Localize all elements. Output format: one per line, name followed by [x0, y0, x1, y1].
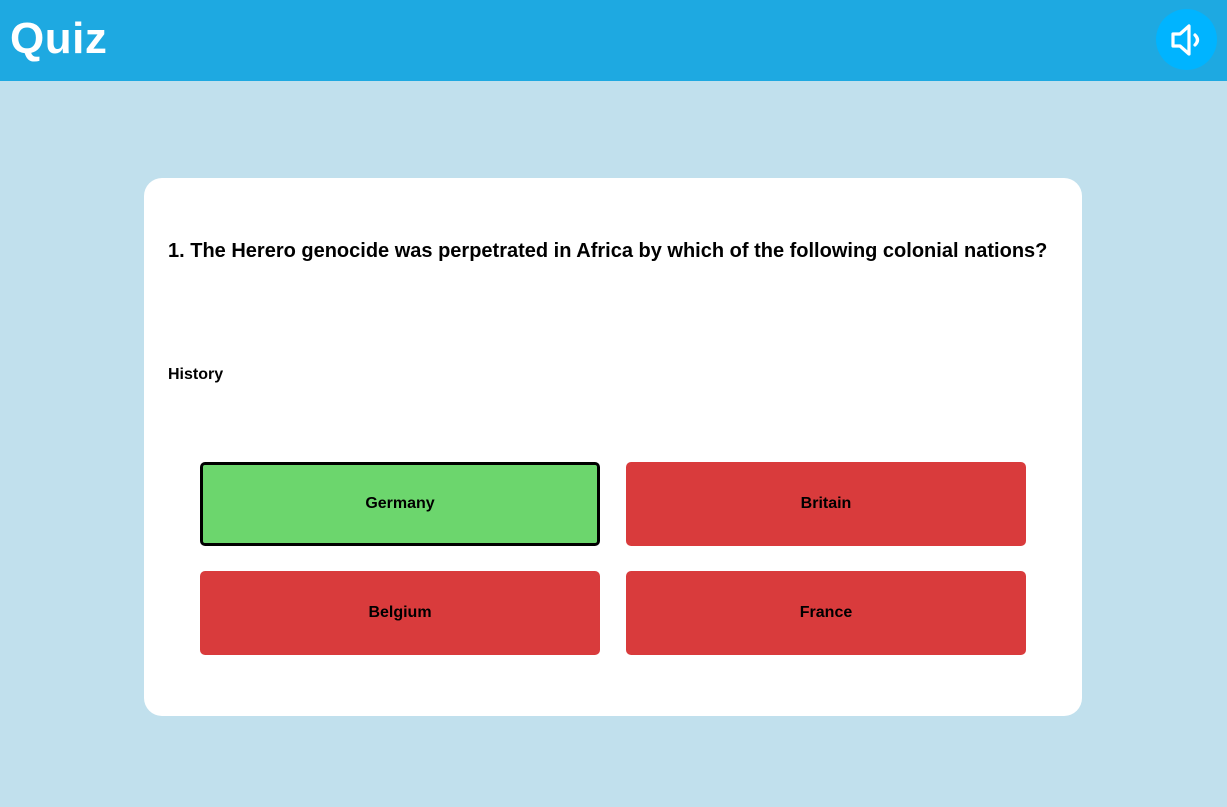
answer-label: Britain: [800, 495, 852, 512]
top-bar: Quiz: [0, 0, 1227, 81]
app-title: Quiz: [10, 14, 108, 63]
answer-button-france[interactable]: France: [626, 571, 1026, 655]
answer-label: France: [799, 604, 853, 621]
category-label: History: [168, 366, 224, 383]
question-card: 1. The Herero genocide was perpetrated i…: [144, 178, 1082, 716]
sound-toggle-button[interactable]: [1156, 9, 1217, 70]
answer-label: Germany: [365, 495, 435, 512]
answer-label: Belgium: [368, 604, 432, 621]
question-text: 1. The Herero genocide was perpetrated i…: [168, 240, 1048, 262]
speaker-icon: [1170, 23, 1199, 56]
answer-button-germany[interactable]: Germany: [200, 462, 600, 546]
answer-button-belgium[interactable]: Belgium: [200, 571, 600, 655]
answer-button-britain[interactable]: Britain: [626, 462, 1026, 546]
